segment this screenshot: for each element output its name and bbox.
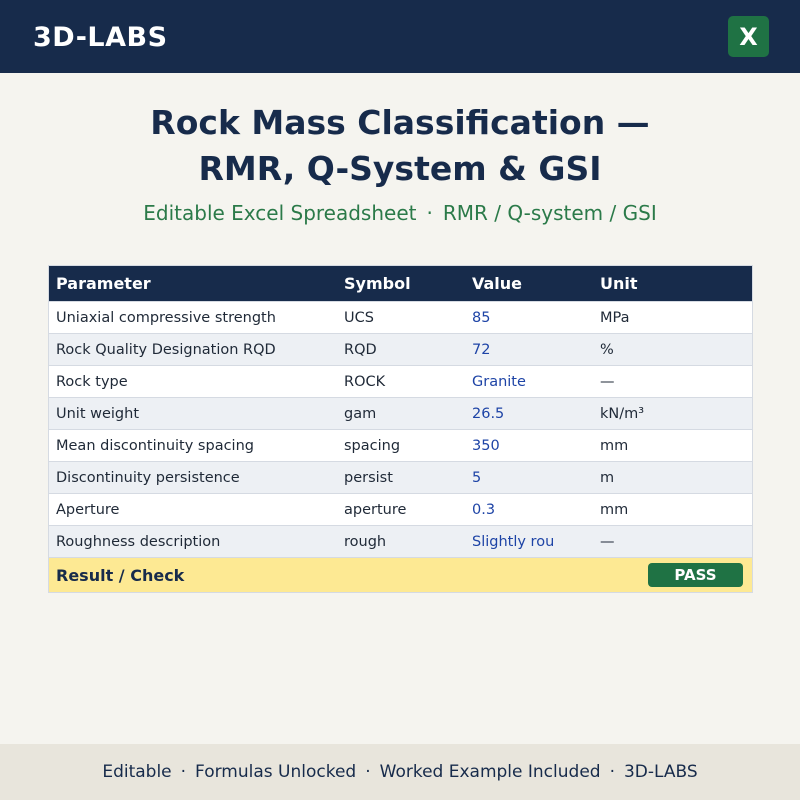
cell-symbol: persist [344,469,393,486]
result-label: Result / Check [56,566,185,585]
footer-separator: · [365,762,371,782]
cell-parameter: Rock Quality Designation RQD [56,341,276,358]
cell-parameter: Rock type [56,373,128,390]
cell-value[interactable]: Slightly rou [472,534,554,550]
cell-unit: MPa [600,309,630,326]
subtitle-separator: · [426,201,433,225]
cell-parameter: Mean discontinuity spacing [56,437,254,454]
cell-symbol: rough [344,533,387,550]
status-badge: PASS [648,563,743,587]
cell-symbol: ROCK [344,373,386,390]
cell-value[interactable]: 26.5 [472,406,504,422]
table-row: Aperture aperture 0.3 mm [49,493,752,525]
excel-icon[interactable]: X [728,16,769,57]
cell-parameter: Roughness description [56,533,221,550]
cell-parameter: Discontinuity persistence [56,469,240,486]
cell-symbol: aperture [344,501,407,518]
table-row: Roughness description rough Slightly rou… [49,525,752,557]
footer-separator: · [609,762,615,782]
cell-value[interactable]: 350 [472,438,500,454]
cell-unit: m [600,469,615,486]
footer-separator: · [180,762,187,782]
table-row: Rock Quality Designation RQD RQD 72 % [49,333,752,365]
table-row: Rock type ROCK Granite — [49,365,752,397]
table-row: Unit weight gam 26.5 kN/m³ [49,397,752,429]
cell-value[interactable]: 5 [472,470,481,486]
cell-parameter: Unit weight [56,405,140,422]
title-line-1: Rock Mass Classification — [150,103,650,142]
app-header: 3D-LABS X [0,0,800,73]
subtitle-part-1: Editable Excel Spreadsheet [143,201,417,225]
cell-parameter: Uniaxial compressive strength [56,309,276,326]
footer-item: Formulas Unlocked [195,762,357,782]
cell-value[interactable]: Granite [472,374,526,390]
cell-parameter: Aperture [56,501,120,518]
cell-unit: — [600,373,615,390]
subtitle-part-2: RMR / Q-system / GSI [442,201,657,225]
title-line-2: RMR, Q-System & GSI [198,149,602,188]
table-header-row: Parameter Symbol Value Unit [49,266,752,301]
cell-symbol: spacing [344,437,401,454]
cell-unit: kN/m³ [600,405,645,422]
footer-item: Worked Example Included [379,762,601,782]
page-subtitle: Editable Excel Spreadsheet · RMR / Q-syste… [0,199,800,227]
header-value: Value [472,274,523,293]
cell-unit: % [600,341,614,358]
page-footer: Editable · Formulas Unlocked · Worked Ex… [0,744,800,800]
table-row: Mean discontinuity spacing spacing 350 m… [49,429,752,461]
parameter-table: Parameter Symbol Value Unit Uniaxial com… [48,265,753,593]
result-row: Result / Check PASS [49,557,752,592]
table-row: Discontinuity persistence persist 5 m [49,461,752,493]
cell-value[interactable]: 72 [472,342,490,358]
footer-item: 3D-LABS [623,762,698,782]
brand-logo: 3D-LABS [33,22,168,53]
cell-symbol: gam [344,405,377,422]
header-unit: Unit [600,274,638,293]
header-symbol: Symbol [344,274,411,293]
cell-value[interactable]: 0.3 [472,502,495,518]
cell-unit: mm [600,437,629,454]
cell-value[interactable]: 85 [472,310,490,326]
cell-unit: mm [600,501,629,518]
cell-symbol: UCS [344,309,374,326]
header-parameter: Parameter [56,274,151,293]
cell-unit: — [600,533,615,550]
cell-symbol: RQD [344,341,377,358]
footer-item: Editable [102,762,172,782]
table-row: Uniaxial compressive strength UCS 85 MPa [49,301,752,333]
page-title: Rock Mass Classification — RMR, Q-System… [0,100,800,192]
